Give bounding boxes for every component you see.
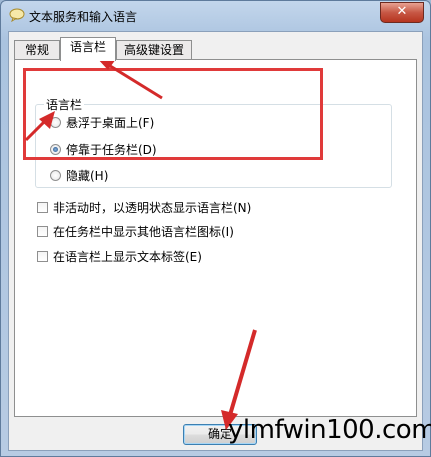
window-title: 文本服务和输入语言 (29, 10, 138, 24)
tab-general[interactable]: 常规 (14, 40, 60, 59)
checkbox-show-extra-icons-in-taskbar[interactable]: 在任务栏中显示其他语言栏图标(I) (37, 222, 234, 240)
close-icon: ✕ (396, 4, 408, 19)
checkbox-transparent-when-inactive[interactable]: 非活动时，以透明状态显示语言栏(N) (37, 198, 251, 216)
checkbox[interactable] (37, 250, 48, 262)
checkbox-show-text-labels[interactable]: 在语言栏上显示文本标签(E) (37, 247, 202, 265)
close-button[interactable]: ✕ (380, 2, 424, 23)
checkbox[interactable] (37, 225, 48, 237)
checkbox[interactable] (37, 201, 48, 213)
tab-language-bar[interactable]: 语言栏 (60, 37, 116, 61)
annotation-highlight-box (23, 68, 323, 160)
radio-button[interactable] (50, 169, 61, 181)
checkbox-label: 非活动时，以透明状态显示语言栏(N) (53, 200, 252, 215)
tab-label: 语言栏 (69, 40, 106, 54)
radio-label: 隐藏(H) (66, 168, 109, 183)
watermark-text: ylmfwin100.com (228, 415, 431, 445)
tab-label: 常规 (24, 43, 49, 57)
radio-hidden[interactable]: 隐藏(H) (50, 166, 108, 184)
speech-bubble-icon (9, 8, 25, 22)
checkbox-label: 在语言栏上显示文本标签(E) (53, 249, 202, 264)
tab-advanced-key-settings[interactable]: 高级键设置 (116, 40, 192, 59)
checkbox-label: 在任务栏中显示其他语言栏图标(I) (53, 224, 234, 239)
tab-label: 高级键设置 (123, 43, 184, 57)
title-bar[interactable]: 文本服务和输入语言 ✕ (1, 1, 430, 31)
